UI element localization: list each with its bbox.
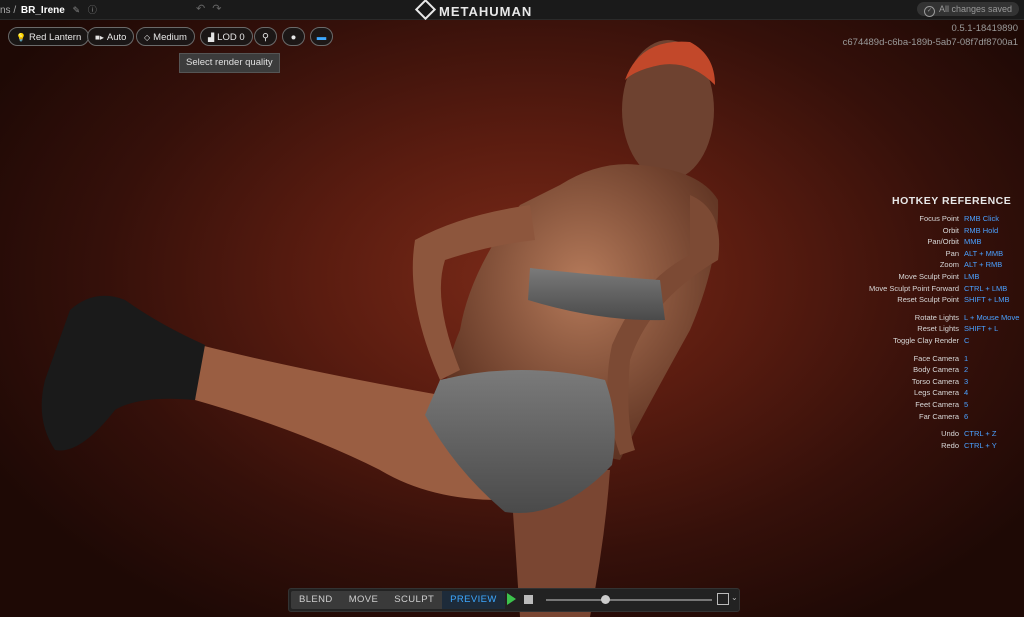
timeline-scrubber[interactable] [601, 595, 611, 604]
hotkey-row: Reset Sculpt Point SHIFT + LMB [800, 294, 1022, 306]
chevron-down-icon[interactable]: ⌄ [731, 593, 738, 602]
hotkey-action: Orbit [942, 225, 959, 235]
hotkey-action: Redo [941, 440, 959, 450]
mode-tab-move[interactable]: MOVE [341, 591, 387, 609]
hotkey-key: L + Mouse Move [964, 312, 1020, 322]
hotkey-action: Rotate Lights [914, 312, 959, 322]
hotkey-action: Focus Point [919, 214, 959, 223]
hotkey-row: Move Sculpt Point Forward CTRL + LMB [800, 283, 1022, 295]
hotkey-action: Zoom [939, 260, 959, 270]
hotkey-action: Face Camera [913, 353, 959, 363]
hotkey-key: 3 [964, 376, 969, 386]
hotkey-key: ALT + MMB [964, 248, 1004, 258]
hotkey-reference-list: Focus Point RMB Click Orbit RMB Hold Pan/Orb… [800, 213, 1022, 451]
hotkey-key: LMB [964, 271, 980, 281]
hotkey-action: Body Camera [913, 365, 959, 375]
hotkey-action: Torso Camera [911, 376, 959, 386]
hotkey-key: CTRL + LMB [964, 283, 1008, 293]
hotkey-row: Far Camera 6 [800, 411, 1022, 423]
hotkey-key: MMB [964, 237, 982, 247]
hotkey-row: Redo CTRL + Y [800, 440, 1022, 452]
hotkey-row: Toggle Clay Render C [800, 335, 1022, 347]
hotkey-key: C [964, 335, 970, 345]
hotkey-row: Undo CTRL + Z [800, 428, 1022, 440]
hotkey-row: Pan/Orbit MMB [800, 236, 1022, 248]
hotkey-row: Body Camera 2 [800, 364, 1022, 376]
hotkey-key: 1 [964, 353, 969, 363]
hotkey-action: Move Sculpt Point [898, 271, 959, 281]
hotkey-key: CTRL + Z [964, 429, 997, 439]
hotkey-row: Pan ALT + MMB [800, 248, 1022, 260]
hotkey-action: Far Camera [918, 411, 959, 421]
mode-tab-blend[interactable]: BLEND [291, 591, 341, 609]
hotkey-action: Reset Sculpt Point [897, 295, 959, 305]
film-icon[interactable] [717, 593, 729, 605]
hotkey-key: 5 [964, 399, 969, 409]
hotkey-action: Reset Lights [917, 324, 959, 334]
hotkey-row: Zoom ALT + RMB [800, 259, 1022, 271]
hotkey-key: CTRL + Y [964, 440, 997, 450]
hotkey-action: Undo [941, 429, 959, 439]
hotkey-row: Rotate Lights L + Mouse Move [800, 312, 1022, 324]
play-icon[interactable] [507, 593, 516, 605]
mode-tabs: BLEND MOVE SCULPT PREVIEW [291, 591, 505, 609]
hotkey-action: Feet Camera [915, 399, 959, 409]
hotkey-row: Reset Lights SHIFT + L [800, 323, 1022, 335]
hotkey-key: RMB Click [964, 214, 999, 223]
hotkey-key: RMB Hold [964, 225, 999, 235]
hotkey-row: Torso Camera 3 [800, 376, 1022, 388]
hotkey-key: 4 [964, 388, 969, 398]
mode-tab-preview[interactable]: PREVIEW [442, 591, 505, 609]
hotkey-row: Legs Camera 4 [800, 387, 1022, 399]
hotkey-key: ALT + RMB [964, 260, 1003, 270]
hotkey-key: SHIFT + LMB [964, 295, 1010, 305]
hotkey-action: Pan/Orbit [927, 237, 959, 247]
stop-icon[interactable] [524, 595, 533, 604]
hotkey-action: Move Sculpt Point Forward [868, 283, 959, 293]
hotkey-row: Face Camera 1 [800, 353, 1022, 365]
timeline-track[interactable] [546, 599, 712, 601]
hotkey-key: SHIFT + L [964, 324, 999, 334]
character-boot [41, 295, 206, 451]
hotkey-action: Toggle Clay Render [893, 335, 959, 345]
hotkey-row: Move Sculpt Point LMB [800, 271, 1022, 283]
mode-tab-sculpt[interactable]: SCULPT [386, 591, 442, 609]
hotkey-row: Focus Point RMB Click [800, 213, 1022, 225]
hotkey-reference-title: HOTKEY REFERENCE [892, 195, 1012, 207]
hotkey-key: 6 [964, 411, 969, 421]
hotkey-row: Orbit RMB Hold [800, 225, 1022, 237]
hotkey-action: Legs Camera [913, 388, 959, 398]
hotkey-key: 2 [964, 365, 969, 375]
hotkey-action: Pan [945, 248, 959, 258]
hotkey-row: Feet Camera 5 [800, 399, 1022, 411]
bottom-toolbar: BLEND MOVE SCULPT PREVIEW ⌄ [288, 588, 740, 612]
